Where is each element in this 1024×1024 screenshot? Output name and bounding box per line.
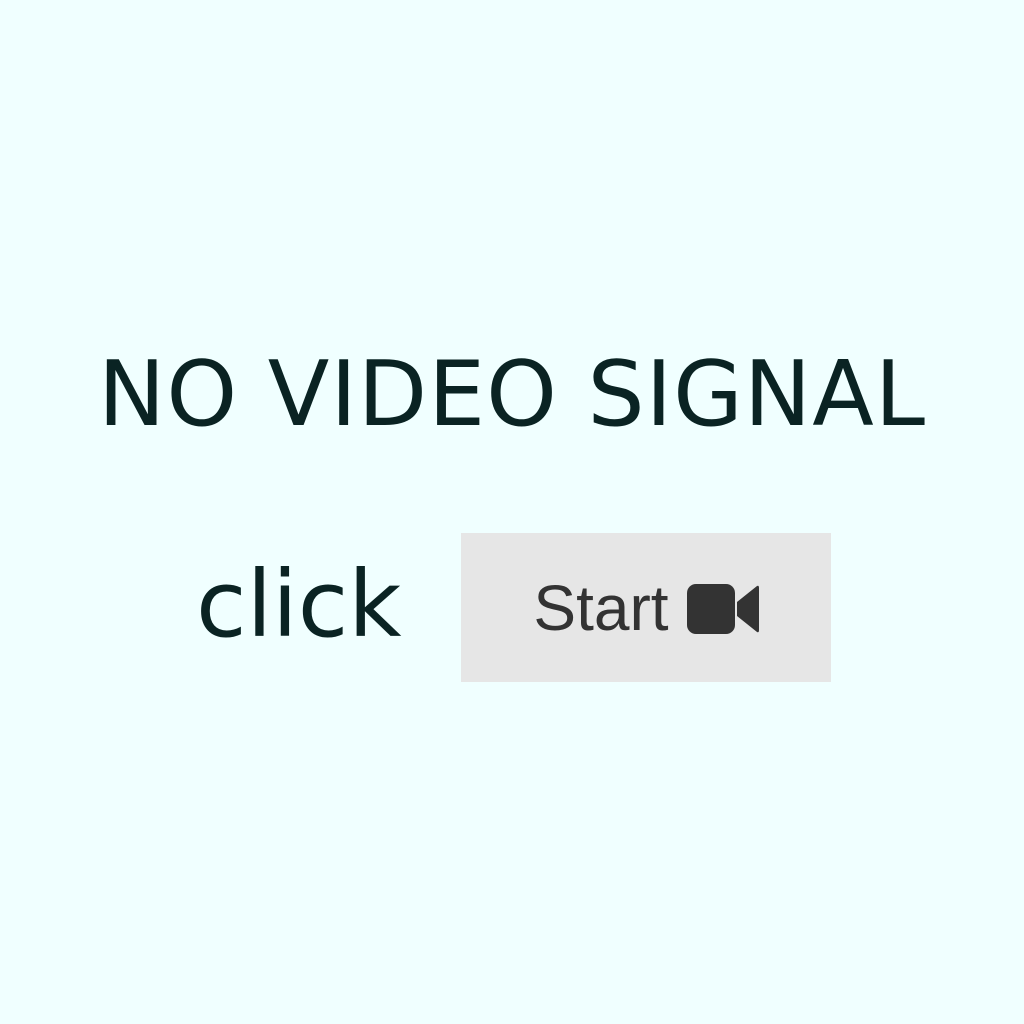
no-signal-message: NO VIDEO SIGNAL [98, 342, 926, 447]
click-prompt-label: click [196, 551, 402, 658]
start-button-label: Start [533, 571, 669, 644]
start-button[interactable]: Start [461, 533, 831, 682]
video-camera-icon [686, 582, 759, 636]
